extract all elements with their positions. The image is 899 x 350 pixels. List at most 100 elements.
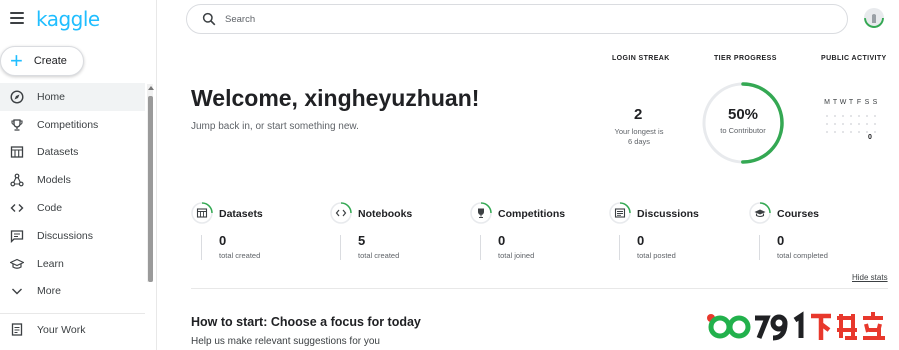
- sidebar-item-label: Discussions: [37, 229, 94, 242]
- hide-stats-link[interactable]: Hide stats: [852, 273, 888, 282]
- search-input[interactable]: Search: [225, 14, 255, 25]
- activity-cell: [866, 123, 874, 131]
- chevron-down-icon: [12, 288, 22, 295]
- longest-streak-days: 6 days: [627, 137, 651, 146]
- counter-title: Competitions: [498, 208, 566, 220]
- tier-progress-header: TIER PROGRESS: [714, 55, 777, 62]
- sidebar-item-label: Learn: [37, 257, 64, 270]
- sidebar-item-discussions[interactable]: Discussions: [0, 222, 145, 250]
- models-icon: [10, 173, 24, 187]
- avatar[interactable]: [864, 8, 884, 28]
- sidebar-item-more[interactable]: More: [0, 278, 145, 306]
- sidebar-divider: [0, 313, 145, 315]
- counter-value: 0: [498, 233, 506, 248]
- discussion-icon: [10, 230, 24, 243]
- weekday-label: T: [848, 99, 854, 106]
- table-icon: [10, 146, 24, 159]
- page-title: Welcome, xingheyuzhuan!: [191, 85, 480, 111]
- public-activity-header: PUBLIC ACTIVITY: [821, 55, 887, 62]
- activity-cell: [842, 123, 850, 131]
- tier-progress-value: 50%: [727, 106, 759, 123]
- weekday-label: S: [864, 99, 870, 106]
- weekday-label: W: [839, 99, 847, 106]
- trophy-icon: [11, 119, 23, 131]
- counter-discussions[interactable]: Discussions 0 total posted: [609, 202, 739, 262]
- sidebar-item-label: More: [37, 285, 61, 298]
- counter-divider: [759, 235, 760, 260]
- sidebar-scroll-thumb[interactable]: [148, 96, 153, 282]
- watermark-logo: [707, 311, 885, 341]
- sidebar-item-your-work[interactable]: Your Work: [0, 316, 145, 343]
- counter-competitions[interactable]: Competitions 0 total joined: [470, 202, 600, 262]
- create-button[interactable]: + Create: [0, 46, 84, 76]
- compass-icon: [10, 90, 24, 104]
- menu-icon[interactable]: [10, 12, 24, 24]
- sidebar-nav: Home Competitions Datasets Models Code D…: [0, 83, 145, 315]
- section-subtitle: Help us make relevant suggestions for yo…: [191, 336, 380, 347]
- longest-streak-label: Your longest is: [614, 127, 664, 136]
- sidebar-item-code[interactable]: Code: [0, 194, 145, 222]
- sidebar-item-label: Models: [37, 174, 71, 187]
- counter-divider: [201, 235, 202, 260]
- activity-cell: [842, 115, 850, 123]
- counter-value: 0: [219, 233, 227, 248]
- table-icon: [191, 202, 213, 224]
- activity-cell: [850, 115, 858, 123]
- counter-notebooks[interactable]: Notebooks 5 total created: [330, 202, 460, 262]
- plus-icon: +: [10, 48, 23, 73]
- activity-cell: [874, 131, 882, 139]
- activity-grid[interactable]: [826, 115, 882, 139]
- sidebar-item-models[interactable]: Models: [0, 166, 145, 194]
- counter-courses[interactable]: Courses 0 total completed: [749, 202, 879, 262]
- weekday-label: F: [856, 99, 862, 106]
- counter-datasets[interactable]: Datasets 0 total created: [191, 202, 321, 262]
- code-icon: [10, 204, 24, 213]
- tier-progress-ring[interactable]: [700, 80, 786, 166]
- counter-title: Discussions: [637, 208, 699, 220]
- counter-title: Courses: [777, 208, 820, 220]
- sidebar-item-learn[interactable]: Learn: [0, 250, 145, 278]
- counter-value: 0: [637, 233, 645, 248]
- kaggle-logo[interactable]: kaggle: [36, 7, 100, 31]
- page-subtitle: Jump back in, or start something new.: [191, 121, 359, 132]
- activity-cell: [850, 131, 858, 139]
- counter-value: 5: [358, 233, 366, 248]
- activity-cell: [826, 131, 834, 139]
- discussion-icon: [609, 202, 631, 224]
- counter-sub: total created: [358, 251, 400, 260]
- sidebar-item-label: Home: [37, 90, 66, 103]
- activity-cell: [866, 115, 874, 123]
- sidebar-item-competitions[interactable]: Competitions: [0, 111, 145, 139]
- sidebar-item-label: Competitions: [37, 118, 99, 131]
- weekday-label: M: [824, 99, 830, 106]
- sidebar-item-home[interactable]: Home: [0, 83, 145, 111]
- counter-sub: total completed: [777, 251, 828, 260]
- activity-cell: [826, 123, 834, 131]
- counter-sub: total joined: [498, 251, 535, 260]
- counter-divider: [340, 235, 341, 260]
- search-bar[interactable]: Search: [186, 4, 848, 34]
- trophy-icon: [470, 202, 492, 224]
- activity-cell: [874, 123, 882, 131]
- login-streak-header: LOGIN STREAK: [612, 55, 670, 62]
- login-streak-sub: Your longest is 6 days: [603, 127, 675, 147]
- login-streak-value: 2: [634, 106, 643, 123]
- school-icon: [749, 202, 771, 224]
- counter-title: Datasets: [219, 208, 263, 220]
- scroll-up-arrow[interactable]: [148, 86, 154, 90]
- weekday-label: S: [872, 99, 878, 106]
- activity-cell: [850, 123, 858, 131]
- code-icon: [330, 202, 352, 224]
- activity-today-marker: 0: [868, 134, 872, 141]
- activity-cell: [834, 131, 842, 139]
- activity-cell: [826, 115, 834, 123]
- create-button-label: Create: [33, 55, 67, 67]
- sidebar-item-datasets[interactable]: Datasets: [0, 139, 145, 167]
- activity-cell: [834, 115, 842, 123]
- counter-divider: [619, 235, 620, 260]
- sidebar: kaggle + Create Home Competitions Datase…: [0, 0, 157, 350]
- activity-weekday-labels: M T W T F S S: [823, 99, 879, 106]
- counter-title: Notebooks: [358, 208, 413, 220]
- activity-cell: [874, 115, 882, 123]
- sidebar-item-label: Code: [37, 202, 63, 215]
